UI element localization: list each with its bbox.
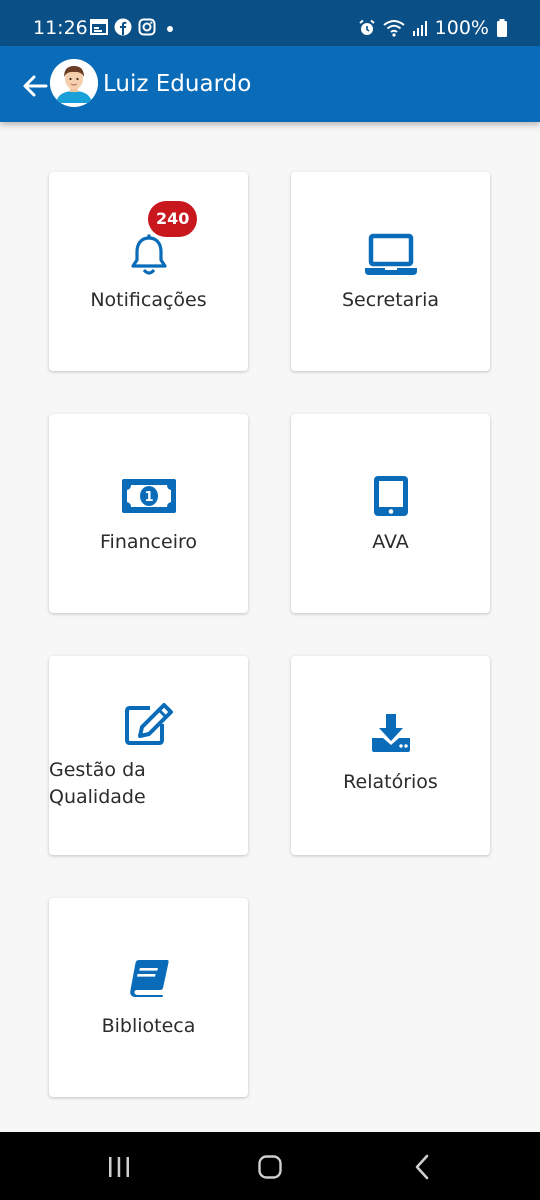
- home-button[interactable]: [250, 1152, 290, 1182]
- menu-card-notificacoes[interactable]: 240 Notificações: [49, 172, 248, 371]
- notification-count-badge: 240: [148, 201, 198, 237]
- alarm-icon: [358, 19, 376, 37]
- user-name: Luiz Eduardo: [103, 71, 252, 97]
- tablet-icon: [372, 474, 410, 522]
- app-bar: Luiz Eduardo: [0, 46, 540, 122]
- status-time: 11:26: [33, 17, 88, 39]
- laptop-icon: [364, 233, 418, 281]
- menu-card-relatorios[interactable]: Relatórios: [291, 656, 490, 855]
- status-notification-icons: [90, 18, 176, 36]
- back-button[interactable]: [20, 71, 50, 101]
- menu-card-ava[interactable]: AVA: [291, 414, 490, 613]
- card-label: Biblioteca: [101, 1015, 196, 1037]
- card-label: Gestão da Qualidade: [49, 759, 146, 808]
- home-icon: [258, 1155, 282, 1179]
- card-label: AVA: [372, 531, 409, 553]
- dot-icon: [162, 18, 176, 36]
- money-bill-icon: 1: [121, 479, 176, 517]
- menu-card-gestao-da-qualidade[interactable]: Gestão da Qualidade: [49, 656, 248, 855]
- download-icon: [370, 712, 412, 758]
- bell-icon: [129, 233, 169, 281]
- nav-back-button[interactable]: [402, 1152, 442, 1182]
- wifi-icon: [383, 19, 405, 37]
- battery-icon: [496, 19, 508, 37]
- instagram-icon: [138, 18, 156, 36]
- signal-icon: [412, 20, 428, 36]
- battery-level: 100%: [434, 17, 489, 39]
- menu-card-financeiro[interactable]: 1 Financeiro: [49, 414, 248, 613]
- system-nav-bar: [0, 1132, 540, 1200]
- card-label: Secretaria: [341, 289, 440, 311]
- facebook-icon: [114, 18, 132, 36]
- menu-card-secretaria[interactable]: Secretaria: [291, 172, 490, 371]
- card-label: Notificações: [90, 289, 207, 311]
- recent-apps-icon: [109, 1157, 129, 1177]
- card-label: Financeiro: [100, 531, 197, 553]
- book-icon: [127, 958, 171, 1002]
- user-avatar[interactable]: [50, 59, 98, 107]
- status-system-icons: 100%: [358, 17, 508, 39]
- menu-card-biblioteca[interactable]: Biblioteca: [49, 898, 248, 1097]
- card-label: Relatórios: [343, 771, 438, 793]
- edit-icon: [124, 702, 174, 750]
- calendar-icon: [90, 19, 108, 35]
- svg-text:1: 1: [144, 490, 153, 505]
- recent-apps-button[interactable]: [99, 1152, 139, 1182]
- status-bar: 11:26 100%: [0, 0, 540, 46]
- back-icon: [415, 1154, 429, 1180]
- arrow-left-icon: [23, 75, 48, 97]
